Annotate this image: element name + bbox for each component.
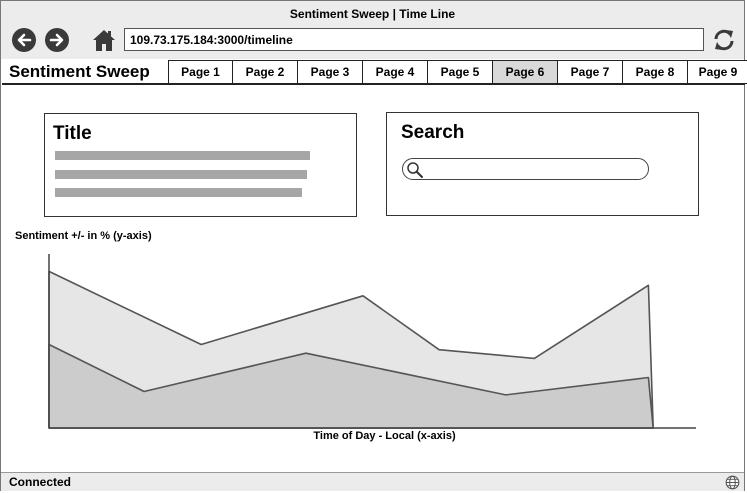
- connection-status: Connected: [9, 475, 72, 489]
- x-axis-label: Time of Day - Local (x-axis): [313, 430, 456, 442]
- sentiment-area-chart: [48, 254, 696, 429]
- browser-window: Sentiment Sweep | Time Line 109.73.175.1…: [0, 0, 747, 491]
- globe-icon: [725, 475, 740, 490]
- status-bar: Connected: [1, 472, 744, 491]
